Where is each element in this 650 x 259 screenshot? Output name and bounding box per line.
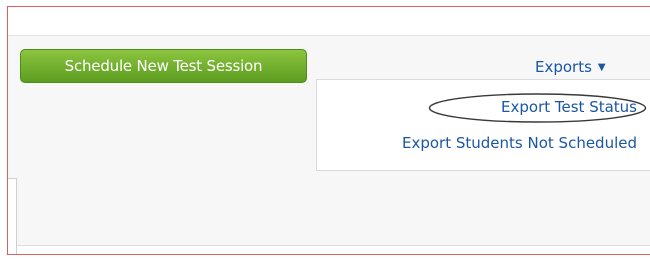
exports-label: Exports xyxy=(535,58,592,76)
side-box xyxy=(8,178,17,254)
exports-menu: Export Test Status Export Students Not S… xyxy=(316,79,650,171)
menu-item-export-test-status[interactable]: Export Test Status xyxy=(501,98,637,116)
caret-down-icon: ▼ xyxy=(597,62,606,73)
page-frame: Schedule New Test Session Exports ▼ Expor… xyxy=(7,6,650,255)
schedule-new-test-session-button[interactable]: Schedule New Test Session xyxy=(20,49,307,83)
exports-dropdown-toggle[interactable]: Exports ▼ xyxy=(535,58,606,76)
menu-item-export-students-not-scheduled[interactable]: Export Students Not Scheduled xyxy=(402,134,637,152)
